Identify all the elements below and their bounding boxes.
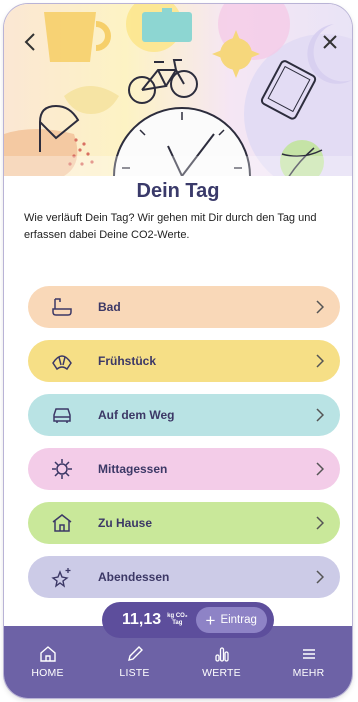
shower-icon (50, 295, 74, 319)
intro-text: Wie verläuft Dein Tag? Wir gehen mit Dir… (24, 212, 317, 241)
chevron-right-icon (310, 516, 330, 530)
chevron-left-icon (24, 33, 35, 51)
category-label: Frühstück (98, 354, 157, 368)
back-button[interactable] (16, 28, 44, 56)
category-abendessen[interactable]: Abendessen (28, 556, 340, 598)
page-title: Dein Tag (136, 180, 220, 202)
chevron-right-icon (310, 570, 330, 584)
stars-icon (50, 565, 74, 589)
chevron-right-icon (310, 408, 330, 422)
close-icon (323, 35, 337, 49)
category-label: Auf dem Weg (98, 408, 175, 422)
add-entry-label: Eintrag (220, 614, 257, 626)
co2-unit-top: kg CO₂ (167, 613, 188, 619)
car-icon (50, 403, 74, 427)
croissant-icon (50, 349, 74, 373)
category-mittagessen[interactable]: Mittagessen (28, 448, 340, 490)
category-fruehstueck[interactable]: Frühstück (28, 340, 340, 382)
pencil-icon (127, 646, 143, 661)
tab-werte[interactable]: WERTE (178, 630, 265, 694)
menu-icon (302, 649, 315, 659)
category-label: Mittagessen (98, 462, 168, 476)
house-icon (50, 511, 74, 535)
tab-label: LISTE (119, 667, 150, 679)
tab-label: HOME (31, 667, 64, 679)
chevron-right-icon (310, 300, 330, 314)
hero-illustration (4, 4, 352, 176)
tab-liste[interactable]: LISTE (91, 630, 178, 694)
plus-icon: + (205, 610, 216, 630)
bottom-tab-bar: HOME LISTE WERTE MEHR (4, 630, 352, 694)
category-label: Zu Hause (98, 516, 153, 530)
day-illustration (4, 4, 352, 176)
app-screen: Dein Tag Wie verläuft Dein Tag? Wir gehe… (4, 4, 352, 698)
co2-value: 11,13 (122, 611, 162, 628)
category-zu-hause[interactable]: Zu Hause (28, 502, 340, 544)
close-button[interactable] (316, 28, 344, 56)
chart-icon (214, 647, 229, 662)
sun-icon (50, 457, 74, 481)
co2-unit-bottom: Tag (172, 620, 183, 626)
category-auf-dem-weg[interactable]: Auf dem Weg (28, 394, 340, 436)
tab-label: WERTE (202, 667, 241, 679)
chevron-right-icon (310, 354, 330, 368)
category-label: Bad (98, 300, 121, 314)
category-label: Abendessen (98, 570, 170, 584)
category-bad[interactable]: Bad (28, 286, 340, 328)
tab-label: MEHR (292, 667, 325, 679)
chevron-right-icon (310, 462, 330, 476)
home-icon (39, 646, 56, 662)
co2-unit: kg CO₂ Tag (167, 613, 187, 627)
tab-home[interactable]: HOME (4, 630, 91, 694)
tab-mehr[interactable]: MEHR (265, 630, 352, 694)
